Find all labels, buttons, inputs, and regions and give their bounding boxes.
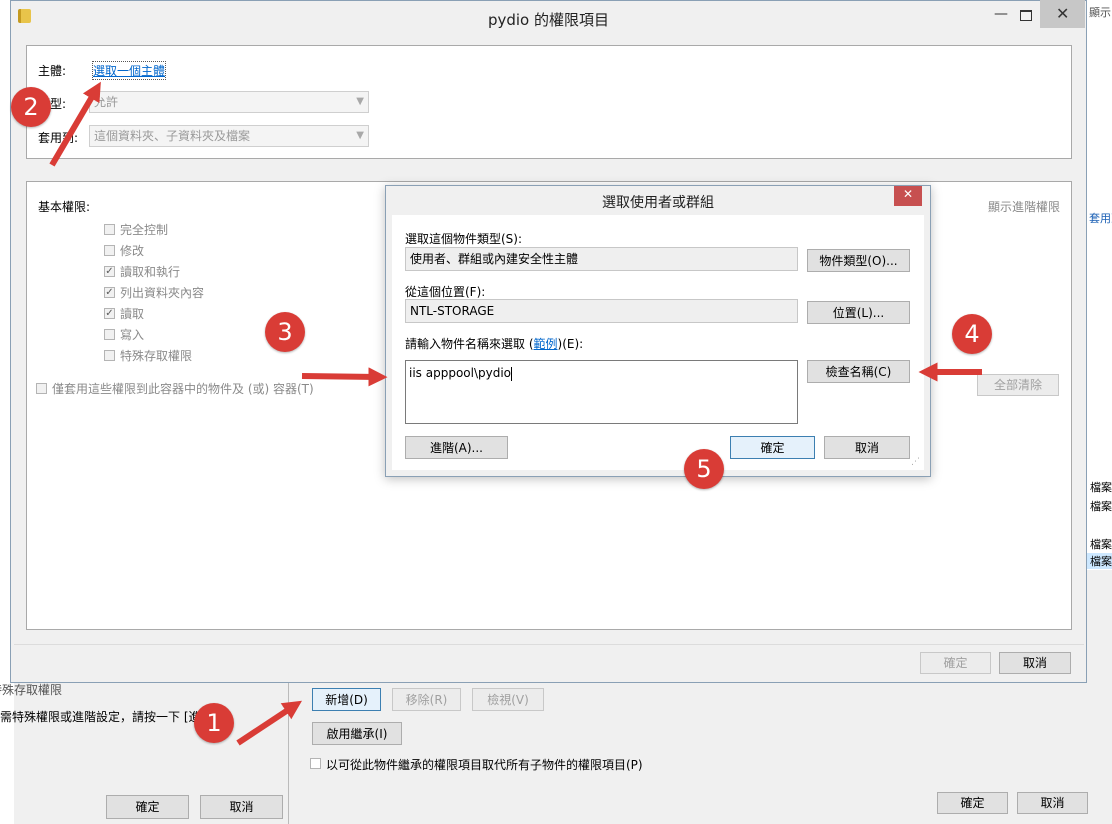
annotation-2: 2 bbox=[11, 87, 51, 127]
arrow-2 bbox=[49, 81, 101, 167]
annotation-3: 3 bbox=[265, 312, 305, 352]
arrow-1 bbox=[236, 700, 303, 746]
annotation-arrows bbox=[49, 81, 982, 746]
annotation-5: 5 bbox=[684, 449, 724, 489]
annotation-4: 4 bbox=[952, 314, 992, 354]
annotation-1: 1 bbox=[194, 703, 234, 743]
arrow-3 bbox=[301, 367, 388, 387]
